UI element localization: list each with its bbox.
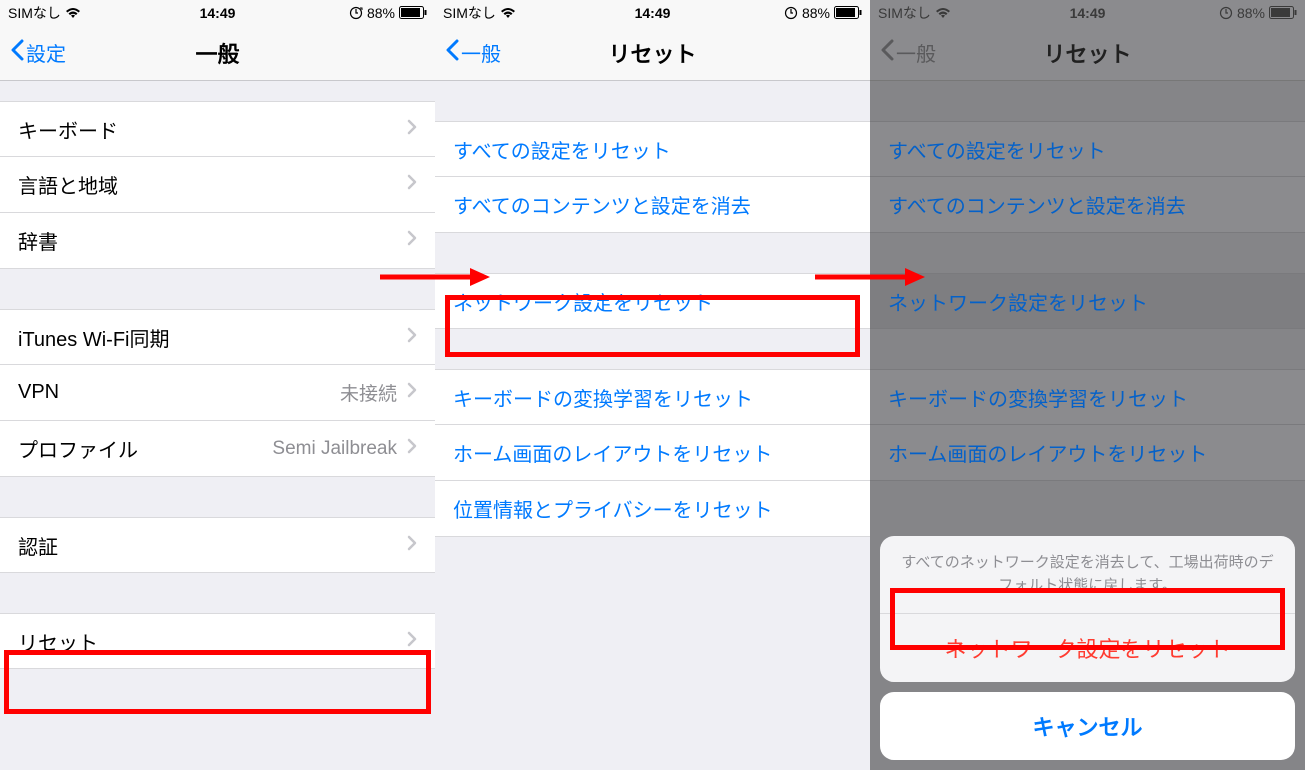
- chevron-right-icon: [407, 630, 417, 653]
- row-value: 未接続: [340, 379, 397, 406]
- chevron-right-icon: [407, 381, 417, 404]
- row-label: 辞書: [18, 226, 407, 255]
- status-bar: SIMなし 14:49 88%: [0, 0, 435, 25]
- row-reset-location-privacy[interactable]: 位置情報とプライバシーをリセット: [435, 481, 870, 537]
- row-itunes-wifi-sync[interactable]: iTunes Wi-Fi同期: [0, 309, 435, 365]
- row-profile[interactable]: プロファイル Semi Jailbreak: [0, 421, 435, 477]
- chevron-right-icon: [407, 229, 417, 252]
- row-label: キーボードの変換学習をリセット: [453, 383, 852, 412]
- chevron-right-icon: [407, 326, 417, 349]
- chevron-right-icon: [407, 173, 417, 196]
- nav-title: リセット: [870, 37, 1305, 69]
- row-reset-keyboard-dict: キーボードの変換学習をリセット: [870, 369, 1305, 425]
- row-label: キーボード: [18, 115, 407, 144]
- sheet-cancel-button[interactable]: キャンセル: [880, 692, 1295, 760]
- row-label: ネットワーク設定をリセット: [888, 287, 1287, 316]
- sheet-message: すべてのネットワーク設定を消去して、工場出荷時のデフォルト状態に戻します。: [880, 536, 1295, 614]
- screen-reset-confirm: SIMなし 14:49 88% 一般 リセット すべての設定をリセット: [870, 0, 1305, 770]
- row-reset-network[interactable]: ネットワーク設定をリセット: [435, 273, 870, 329]
- clock: 14:49: [870, 5, 1305, 21]
- row-erase-all-content[interactable]: すべてのコンテンツと設定を消去: [435, 177, 870, 233]
- status-bar: SIMなし 14:49 88%: [435, 0, 870, 25]
- row-dictionary[interactable]: 辞書: [0, 213, 435, 269]
- row-label: iTunes Wi-Fi同期: [18, 323, 407, 352]
- row-label: VPN: [18, 381, 340, 404]
- row-vpn[interactable]: VPN 未接続: [0, 365, 435, 421]
- row-label: 位置情報とプライバシーをリセット: [453, 494, 852, 523]
- row-reset-all-settings: すべての設定をリセット: [870, 121, 1305, 177]
- row-reset-home-layout[interactable]: ホーム画面のレイアウトをリセット: [435, 425, 870, 481]
- clock: 14:49: [435, 5, 870, 21]
- navbar: 一般 リセット: [870, 25, 1305, 81]
- chevron-right-icon: [407, 437, 417, 460]
- row-label: すべての設定をリセット: [453, 135, 852, 164]
- row-label: キーボードの変換学習をリセット: [888, 383, 1287, 412]
- navbar: 設定 一般: [0, 25, 435, 81]
- row-keyboard[interactable]: キーボード: [0, 101, 435, 157]
- row-value: Semi Jailbreak: [272, 438, 397, 460]
- screen-reset: SIMなし 14:49 88% 一般 リセット すべての設定をリセット: [435, 0, 870, 770]
- screen-general: SIMなし 14:49 88% 設定 一般 キーボード: [0, 0, 435, 770]
- row-label: すべてのコンテンツと設定を消去: [888, 190, 1287, 219]
- row-reset[interactable]: リセット: [0, 613, 435, 669]
- row-label: ホーム画面のレイアウトをリセット: [453, 438, 852, 467]
- clock: 14:49: [0, 5, 435, 21]
- row-label: すべての設定をリセット: [888, 135, 1287, 164]
- row-label: 認証: [18, 531, 407, 560]
- nav-title: 一般: [0, 37, 435, 69]
- row-label: 言語と地域: [18, 170, 407, 199]
- row-erase-all-content: すべてのコンテンツと設定を消去: [870, 177, 1305, 233]
- navbar: 一般 リセット: [435, 25, 870, 81]
- row-reset-all-settings[interactable]: すべての設定をリセット: [435, 121, 870, 177]
- row-label: ネットワーク設定をリセット: [453, 287, 852, 316]
- row-label: ホーム画面のレイアウトをリセット: [888, 438, 1287, 467]
- chevron-right-icon: [407, 534, 417, 557]
- row-certificates[interactable]: 認証: [0, 517, 435, 573]
- action-sheet: すべてのネットワーク設定を消去して、工場出荷時のデフォルト状態に戻します。 ネッ…: [880, 536, 1295, 760]
- row-label: プロファイル: [18, 434, 272, 463]
- nav-title: リセット: [435, 37, 870, 69]
- row-reset-keyboard-dict[interactable]: キーボードの変換学習をリセット: [435, 369, 870, 425]
- row-reset-network: ネットワーク設定をリセット: [870, 273, 1305, 329]
- status-bar: SIMなし 14:49 88%: [870, 0, 1305, 25]
- row-language-region[interactable]: 言語と地域: [0, 157, 435, 213]
- row-label: リセット: [18, 627, 407, 656]
- sheet-confirm-button[interactable]: ネットワーク設定をリセット: [880, 614, 1295, 682]
- row-label: すべてのコンテンツと設定を消去: [453, 190, 852, 219]
- row-reset-home-layout: ホーム画面のレイアウトをリセット: [870, 425, 1305, 481]
- chevron-right-icon: [407, 118, 417, 141]
